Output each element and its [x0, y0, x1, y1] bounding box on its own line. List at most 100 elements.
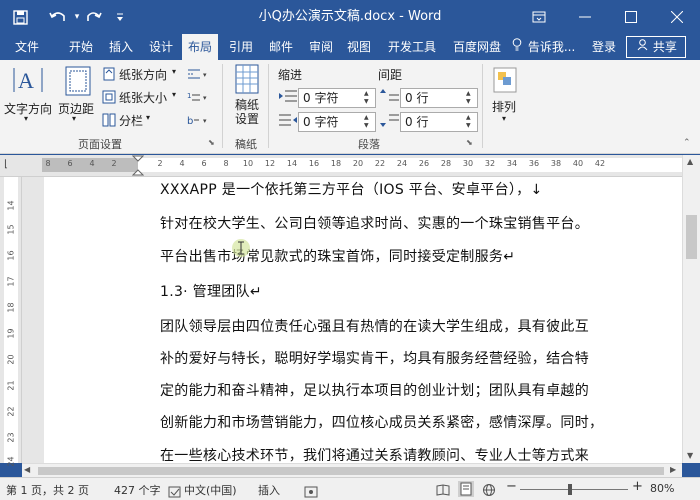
save-icon[interactable] — [8, 6, 32, 28]
undo-icon[interactable] — [44, 6, 72, 28]
tab-mailings[interactable]: 邮件 — [262, 34, 300, 60]
proofing-icon[interactable] — [168, 483, 182, 498]
document-heading[interactable]: 1.3· 管理团队↵ — [160, 281, 262, 301]
tab-view[interactable]: 视图 — [340, 34, 378, 60]
tab-insert[interactable]: 插入 — [102, 34, 140, 60]
spinner-arrows-icon[interactable]: ▲ ▼ — [364, 90, 374, 106]
indent-left-input[interactable]: 0 字符 ▲ ▼ — [298, 88, 376, 108]
ruler-mark: 8 — [45, 159, 51, 168]
tell-me-search[interactable]: 告诉我... — [512, 34, 576, 60]
ribbon-display-options-icon[interactable] — [516, 0, 562, 34]
document-line[interactable]: 平台出售市场常见款式的珠宝首饰，同时接受定制服务↵ — [160, 246, 515, 266]
paragraph-launcher-icon[interactable]: ⬊ — [466, 138, 473, 147]
read-mode-icon[interactable] — [436, 482, 450, 496]
spacing-before-value: 0 行 — [405, 91, 429, 105]
columns-label[interactable]: 分栏 — [119, 112, 143, 129]
document-line[interactable]: 团队领导层由四位责任心强且有热情的在读大学生组成，具有彼此互 — [160, 316, 589, 336]
paper-size-icon[interactable] — [102, 89, 116, 104]
arrange-dropdown-icon[interactable]: ▾ — [502, 114, 506, 123]
undo-dropdown-icon[interactable]: ▾ — [72, 6, 82, 28]
text-direction-dropdown-icon[interactable]: ▾ — [24, 114, 28, 123]
spinner-arrows-icon[interactable]: ▲ ▼ — [466, 114, 476, 130]
document-line[interactable]: 补的爱好与特长，聪明好学塌实肯干，均具有服务经营经验，结合特 — [160, 348, 589, 368]
spacing-after-icon — [380, 112, 400, 128]
language[interactable]: 中文(中国) — [184, 482, 237, 498]
document-line[interactable]: 定的能力和奋斗精神，足以执行本项目的创业计划；团队具有卓越的 — [160, 380, 589, 400]
margins-dropdown-icon[interactable]: ▾ — [72, 114, 76, 123]
document-line[interactable]: 针对在校大学生、公司白领等追求时尚、实惠的一个珠宝销售平台。 — [160, 213, 589, 233]
tab-home[interactable]: 开始 — [62, 34, 100, 60]
draft-paper-button-label[interactable]: 稿纸 设置 — [235, 98, 259, 126]
maximize-button[interactable] — [608, 0, 654, 34]
hyphenation-icon[interactable]: b ▾ — [186, 112, 210, 127]
scroll-up-icon[interactable]: ▲ — [687, 157, 693, 166]
input-mode[interactable]: 插入 — [258, 482, 280, 498]
columns-icon[interactable] — [102, 112, 116, 127]
scroll-left-icon[interactable]: ◀ — [24, 465, 30, 474]
word-count[interactable]: 427 个字 — [114, 482, 161, 498]
indent-right-input[interactable]: 0 字符 ▲ ▼ — [298, 112, 376, 132]
ruler-mark: 10 — [242, 159, 254, 168]
arrange-icon[interactable] — [492, 66, 518, 94]
customize-toolbar-icon[interactable] — [112, 6, 128, 28]
vertical-ruler-mark: 18 — [6, 302, 16, 313]
web-layout-icon[interactable] — [482, 482, 496, 496]
tab-review[interactable]: 审阅 — [302, 34, 340, 60]
close-button[interactable] — [654, 0, 700, 34]
share-button[interactable]: 共享 — [626, 36, 686, 58]
tab-file[interactable]: 文件 — [4, 34, 50, 60]
line-numbers-icon[interactable]: 1 ▾ — [186, 89, 210, 103]
horizontal-scrollbar[interactable]: ◀ ▶ — [22, 463, 682, 477]
cursor-highlight-icon — [230, 237, 252, 259]
paper-size-dropdown-icon[interactable]: ▾ — [172, 90, 176, 99]
spinner-arrows-icon[interactable]: ▲ ▼ — [364, 114, 374, 130]
ruler-mark: 20 — [352, 159, 364, 168]
zoom-out-button[interactable]: − — [506, 479, 517, 494]
tab-design[interactable]: 设计 — [142, 34, 180, 60]
scroll-right-icon[interactable]: ▶ — [670, 465, 676, 474]
tab-selector-icon[interactable]: ⌊ — [4, 159, 8, 170]
redo-icon[interactable] — [82, 6, 106, 28]
document-line[interactable]: XXXAPP 是一个依托第三方平台（IOS 平台、安卓平台），↓ — [160, 179, 543, 199]
spacing-after-input[interactable]: 0 行 ▲ ▼ — [400, 112, 478, 132]
zoom-slider-thumb[interactable] — [568, 484, 572, 495]
zoom-slider[interactable] — [520, 489, 628, 490]
columns-dropdown-icon[interactable]: ▾ — [146, 113, 150, 122]
macro-recording-icon[interactable] — [304, 483, 318, 498]
text-direction-icon[interactable]: A — [10, 64, 48, 96]
zoom-in-button[interactable]: + — [632, 479, 643, 494]
document-line[interactable]: 创新能力和市场营销能力，四位核心成员关系紧密，感情深厚。同时， — [160, 412, 603, 432]
divider — [268, 64, 269, 148]
minimize-button[interactable] — [562, 0, 608, 34]
tab-developer[interactable]: 开发工具 — [380, 34, 444, 60]
scroll-down-icon[interactable]: ▼ — [687, 451, 693, 460]
arrange-label[interactable]: 排列 — [492, 98, 516, 115]
zoom-level[interactable]: 80% — [650, 482, 674, 495]
document-line[interactable]: 在一些核心技术环节，我们将通过关系请教顾问、专业人士等方式来 — [160, 445, 589, 463]
ruler-mark: 28 — [440, 159, 452, 168]
tab-baidu-netdisk[interactable]: 百度网盘 — [446, 34, 508, 60]
spinner-arrows-icon[interactable]: ▲ ▼ — [466, 90, 476, 106]
orientation-label[interactable]: 纸张方向 — [119, 66, 167, 83]
tab-layout[interactable]: 布局 — [182, 34, 218, 60]
spacing-before-input[interactable]: 0 行 ▲ ▼ — [400, 88, 478, 108]
page-setup-launcher-icon[interactable]: ⬊ — [208, 138, 215, 147]
vertical-scrollbar[interactable]: ▲ ▼ — [682, 155, 700, 463]
document-page[interactable]: XXXAPP 是一个依托第三方平台（IOS 平台、安卓平台），↓ 针对在校大学生… — [44, 177, 682, 463]
draft-paper-icon[interactable] — [234, 64, 260, 94]
sign-in-link[interactable]: 登录 — [586, 34, 622, 60]
horizontal-scroll-thumb[interactable] — [38, 467, 664, 475]
margins-icon[interactable] — [64, 66, 92, 96]
print-layout-icon[interactable] — [458, 481, 474, 497]
tab-references[interactable]: 引用 — [222, 34, 260, 60]
orientation-dropdown-icon[interactable]: ▾ — [172, 67, 176, 76]
orientation-icon[interactable] — [102, 66, 116, 81]
paper-size-label[interactable]: 纸张大小 — [119, 89, 167, 106]
page-count[interactable]: 第 1 页，共 2 页 — [6, 482, 89, 498]
vertical-scroll-thumb[interactable] — [686, 215, 697, 259]
ruler-mark: 12 — [264, 159, 276, 168]
breaks-icon[interactable]: ▾ — [186, 66, 210, 80]
indent-markers-icon[interactable] — [131, 155, 145, 177]
draft-group-label: 稿纸 — [235, 138, 257, 151]
collapse-ribbon-icon[interactable]: ⌃ — [683, 138, 691, 148]
